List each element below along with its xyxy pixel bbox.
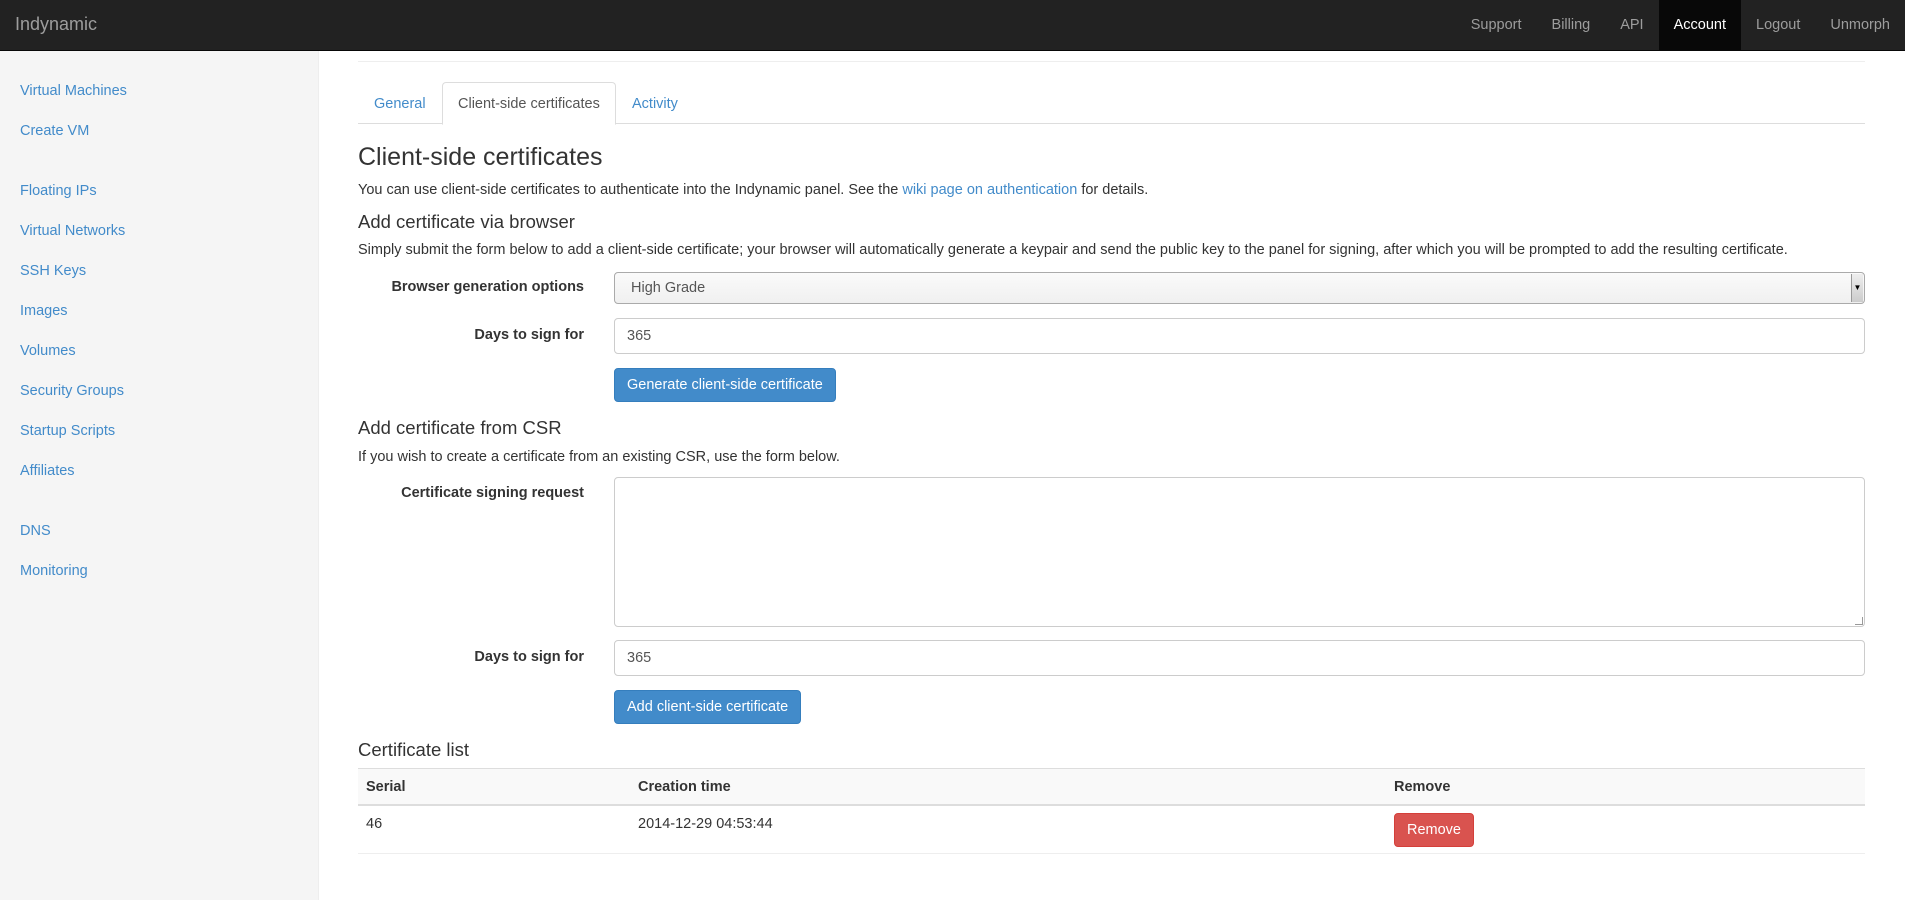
sidebar-item-virtual-machines[interactable]: Virtual Machines bbox=[20, 83, 127, 99]
intro-text-before: You can use client-side certificates to … bbox=[358, 182, 903, 198]
nav-support[interactable]: Support bbox=[1456, 0, 1537, 51]
browser-section-heading: Add certificate via browser bbox=[358, 211, 575, 232]
browser-section-description: Simply submit the form below to add a cl… bbox=[358, 242, 1788, 258]
browser-options-label: Browser generation options bbox=[391, 279, 584, 295]
account-tabs: General Client-side certificates Activit… bbox=[358, 82, 1865, 125]
nav-api[interactable]: API bbox=[1605, 0, 1658, 51]
brand-logo[interactable]: Indynamic bbox=[15, 14, 97, 35]
generate-certificate-button[interactable]: Generate client-side certificate bbox=[614, 368, 836, 402]
add-certificate-button[interactable]: Add client-side certificate bbox=[614, 690, 802, 724]
sidebar-item-startup-scripts[interactable]: Startup Scripts bbox=[20, 423, 115, 439]
days-to-sign-input[interactable]: 365 bbox=[614, 318, 1865, 354]
csr-days-to-sign-input[interactable]: 365 bbox=[614, 640, 1865, 676]
nav-billing[interactable]: Billing bbox=[1537, 0, 1606, 51]
sidebar: Virtual Machines Create VM Floating IPs … bbox=[0, 51, 319, 900]
column-header-remove: Remove bbox=[1394, 779, 1451, 795]
days-to-sign-label: Days to sign for bbox=[474, 327, 584, 343]
sidebar-item-security-groups[interactable]: Security Groups bbox=[20, 383, 124, 399]
nav-unmorph[interactable]: Unmorph bbox=[1815, 0, 1905, 51]
sidebar-item-floating-ips[interactable]: Floating IPs bbox=[20, 183, 97, 199]
csr-textarea[interactable] bbox=[614, 477, 1865, 627]
csr-days-to-sign-label: Days to sign for bbox=[474, 649, 584, 665]
remove-certificate-button[interactable]: Remove bbox=[1394, 813, 1474, 847]
nav-account[interactable]: Account bbox=[1658, 0, 1741, 51]
sidebar-item-images[interactable]: Images bbox=[20, 303, 68, 319]
dropdown-arrow-icon: ▼ bbox=[1851, 274, 1863, 302]
csr-label: Certificate signing request bbox=[401, 485, 584, 501]
navbar-menu: Support Billing API Account Logout Unmor… bbox=[1456, 0, 1905, 51]
column-header-creation-time: Creation time bbox=[638, 779, 731, 795]
csr-section-heading: Add certificate from CSR bbox=[358, 417, 562, 438]
intro-text: You can use client-side certificates to … bbox=[358, 182, 1148, 198]
cell-serial: 46 bbox=[366, 816, 383, 832]
sidebar-item-dns[interactable]: DNS bbox=[20, 523, 51, 539]
tab-general[interactable]: General bbox=[358, 82, 442, 124]
tab-client-side-certificates[interactable]: Client-side certificates bbox=[442, 82, 616, 125]
tab-activity[interactable]: Activity bbox=[616, 82, 694, 124]
top-navbar: Indynamic Support Billing API Account Lo… bbox=[0, 0, 1905, 51]
cell-creation-time: 2014-12-29 04:53:44 bbox=[638, 816, 773, 832]
certificate-list-heading: Certificate list bbox=[358, 739, 470, 760]
table-header: Serial Creation time Remove bbox=[358, 768, 1865, 806]
wiki-authentication-link[interactable]: wiki page on authentication bbox=[902, 182, 1077, 198]
browser-options-value: High Grade bbox=[631, 280, 706, 296]
browser-options-select[interactable]: High Grade ▼ bbox=[614, 272, 1865, 304]
intro-text-after: for details. bbox=[1077, 182, 1149, 198]
sidebar-item-monitoring[interactable]: Monitoring bbox=[20, 563, 88, 579]
column-header-serial: Serial bbox=[366, 779, 406, 795]
sidebar-item-volumes[interactable]: Volumes bbox=[20, 343, 76, 359]
certificate-table: Serial Creation time Remove 46 2014-12-2… bbox=[358, 768, 1865, 854]
sidebar-item-ssh-keys[interactable]: SSH Keys bbox=[20, 263, 86, 279]
page-title: Client-side certificates bbox=[358, 143, 603, 171]
divider bbox=[358, 61, 1865, 62]
sidebar-item-virtual-networks[interactable]: Virtual Networks bbox=[20, 223, 125, 239]
table-row: 46 2014-12-29 04:53:44 Remove bbox=[358, 806, 1865, 854]
sidebar-item-affiliates[interactable]: Affiliates bbox=[20, 463, 75, 479]
sidebar-item-create-vm[interactable]: Create VM bbox=[20, 123, 89, 139]
csr-section-description: If you wish to create a certificate from… bbox=[358, 449, 840, 465]
nav-logout[interactable]: Logout bbox=[1741, 0, 1815, 51]
resize-grip-icon[interactable] bbox=[1855, 617, 1863, 625]
